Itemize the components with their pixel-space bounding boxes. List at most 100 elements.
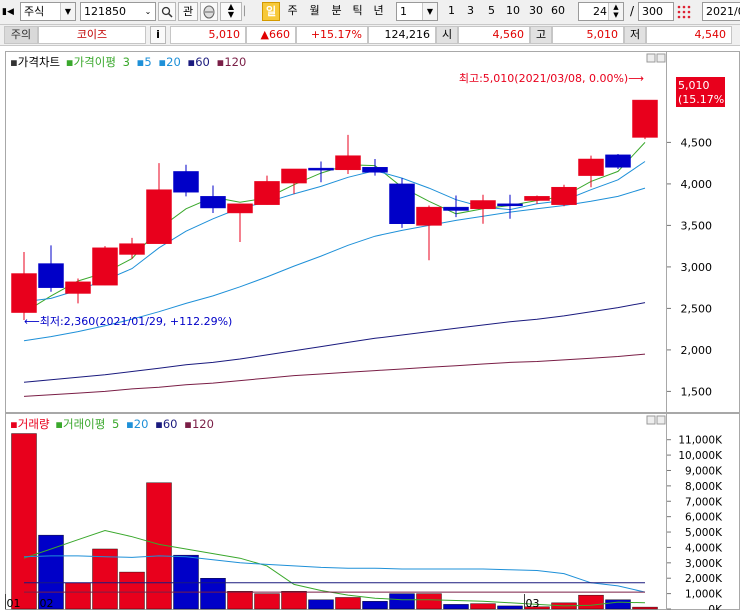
chevron-down-icon[interactable]: ▼ bbox=[60, 3, 75, 20]
price-legend[interactable]: ▪가격차트 ▪가격이평 3 ▪5 ▪20 ▪60 ▪120 bbox=[10, 55, 246, 69]
legend-marker: ▪ bbox=[137, 55, 145, 69]
volume-legend[interactable]: ▪거래량 ▪거래이평 5 ▪20 ▪60 ▪120 bbox=[10, 417, 214, 431]
volume-bar bbox=[497, 605, 523, 610]
open-label: 시 bbox=[436, 26, 458, 44]
toolbar: ▮◀ 주식 ▼ 121850 ⌄ 관 ▲ ▼ ▏ 일 주 월 분 틱 년 1 ▼ … bbox=[0, 0, 740, 25]
period-week[interactable]: 주 bbox=[283, 2, 302, 21]
interval-60[interactable]: 60 bbox=[548, 2, 568, 21]
interval-10[interactable]: 10 bbox=[503, 2, 523, 21]
price-ma-20: 20 bbox=[166, 55, 181, 69]
date-input[interactable]: 2021/0 bbox=[702, 2, 740, 21]
volume-tick-label: 4,000K bbox=[685, 542, 723, 554]
market-select[interactable]: 주식 ▼ bbox=[20, 2, 76, 21]
grid-settings-button[interactable] bbox=[676, 4, 692, 20]
candle-body bbox=[605, 154, 631, 168]
period-year[interactable]: 년 bbox=[369, 2, 388, 21]
volume-tick-label: 6,000K bbox=[685, 512, 723, 524]
interval-1[interactable]: 1 bbox=[444, 2, 459, 21]
search-button[interactable] bbox=[158, 2, 176, 21]
period-month[interactable]: 월 bbox=[305, 2, 324, 21]
close-icon[interactable] bbox=[656, 415, 666, 425]
candle-body bbox=[11, 273, 37, 313]
period-day[interactable]: 일 bbox=[262, 2, 280, 21]
info-button[interactable]: i bbox=[150, 26, 166, 44]
candle-body bbox=[443, 206, 469, 211]
stock-code-input[interactable]: 121850 ⌄ bbox=[80, 2, 156, 21]
price-ma-5: 5 bbox=[144, 55, 151, 69]
interval-select[interactable]: 1 ▼ bbox=[396, 2, 438, 21]
count-stepper[interactable]: 24 ▲ ▼ bbox=[578, 2, 624, 21]
warning-badge: 주의 bbox=[4, 26, 38, 44]
legend-marker: ▪ bbox=[66, 55, 74, 69]
low-annotation: ⟵최저:2,360(2021/01/29, +112.29%) bbox=[24, 315, 232, 328]
candle-body bbox=[308, 167, 334, 171]
legend-marker: ▪ bbox=[55, 417, 63, 431]
period-minute[interactable]: 분 bbox=[327, 2, 346, 21]
price-tick-label: 2,500 bbox=[681, 302, 713, 315]
candle-body bbox=[524, 196, 550, 201]
volume-bar bbox=[443, 604, 469, 610]
volume-ma-120: 120 bbox=[192, 417, 214, 431]
price-ma-60: 60 bbox=[195, 55, 210, 69]
stock-code-value: 121850 bbox=[84, 5, 126, 18]
low-price: 4,540 bbox=[646, 26, 732, 44]
legend-marker: ▪ bbox=[126, 417, 134, 431]
candle-body bbox=[632, 99, 658, 138]
candle-body bbox=[92, 247, 118, 286]
candle-body bbox=[119, 243, 145, 255]
high-price: 5,010 bbox=[552, 26, 624, 44]
price-tick-label: 1,500 bbox=[681, 385, 713, 398]
minimize-icon[interactable] bbox=[646, 53, 656, 63]
price-ma-label: 가격이평 bbox=[74, 55, 116, 69]
interval-3[interactable]: 3 bbox=[463, 2, 478, 21]
chevron-down-icon[interactable]: ▼ bbox=[422, 3, 437, 20]
stepper-arrows-icon[interactable]: ▲ ▼ bbox=[608, 3, 623, 20]
volume-ma-20: 20 bbox=[134, 417, 149, 431]
current-rate-axis-label: (15.17%) bbox=[678, 93, 729, 106]
quote-bar: 주의 코이즈 i 5,010 ▲660 +15.17% 124,216 시 4,… bbox=[0, 25, 740, 46]
candle-body bbox=[416, 206, 442, 226]
volume-tick-label: 8,000K bbox=[685, 481, 723, 493]
candle-body bbox=[335, 155, 361, 171]
legend-marker: ▪ bbox=[10, 417, 18, 431]
volume-bar bbox=[92, 548, 118, 610]
volume-ma-5: 5 bbox=[112, 417, 119, 431]
volume-bar bbox=[65, 582, 91, 610]
panel-toggle-icon[interactable]: ▮◀ bbox=[2, 6, 18, 18]
minimize-icon[interactable] bbox=[646, 415, 656, 425]
search-icon bbox=[161, 6, 173, 18]
candle-body bbox=[389, 183, 415, 224]
watchlist-button[interactable]: 관 bbox=[178, 2, 198, 21]
current-price: 5,010 bbox=[170, 26, 246, 44]
count-separator: / bbox=[629, 4, 635, 18]
volume-tick-label: 1,000K bbox=[685, 589, 723, 601]
price-tick-label: 3,500 bbox=[681, 219, 713, 232]
legend-marker: ▪ bbox=[217, 55, 225, 69]
current-price-axis-label: 5,010 bbox=[678, 79, 710, 92]
scroll-wheel-icon bbox=[203, 5, 215, 19]
volume-ma-label: 거래이평 bbox=[63, 417, 105, 431]
interval-30[interactable]: 30 bbox=[526, 2, 546, 21]
volume-tick-label: 11,000K bbox=[678, 435, 723, 447]
volume-ma-60: 60 bbox=[163, 417, 178, 431]
candle-body bbox=[497, 203, 523, 207]
close-icon[interactable] bbox=[656, 53, 666, 63]
updown-spinner[interactable]: ▲ ▼ bbox=[220, 2, 242, 21]
scroll-icon-button[interactable] bbox=[200, 2, 218, 21]
interval-5[interactable]: 5 bbox=[484, 2, 499, 21]
stock-chart[interactable]: ▪가격차트 ▪가격이평 3 ▪5 ▪20 ▪60 ▪120 ▪거래량 ▪거래이평… bbox=[0, 46, 740, 610]
chevron-down-icon[interactable]: ⌄ bbox=[141, 3, 155, 20]
volume-bar bbox=[605, 599, 631, 610]
volume-tick-label: 0K bbox=[708, 604, 723, 610]
volume-value: 124,216 bbox=[368, 26, 436, 44]
volume-tick-label: 9,000K bbox=[685, 465, 723, 477]
volume-tick-label: 7,000K bbox=[685, 496, 723, 508]
candle-body bbox=[551, 186, 577, 205]
market-select-value: 주식 bbox=[24, 5, 45, 18]
stock-name: 코이즈 bbox=[38, 26, 146, 44]
total-count-input[interactable]: 300 bbox=[638, 2, 674, 21]
period-tick[interactable]: 틱 bbox=[348, 2, 367, 21]
price-pane[interactable] bbox=[5, 51, 667, 413]
high-label: 고 bbox=[530, 26, 552, 44]
volume-bar bbox=[335, 597, 361, 610]
